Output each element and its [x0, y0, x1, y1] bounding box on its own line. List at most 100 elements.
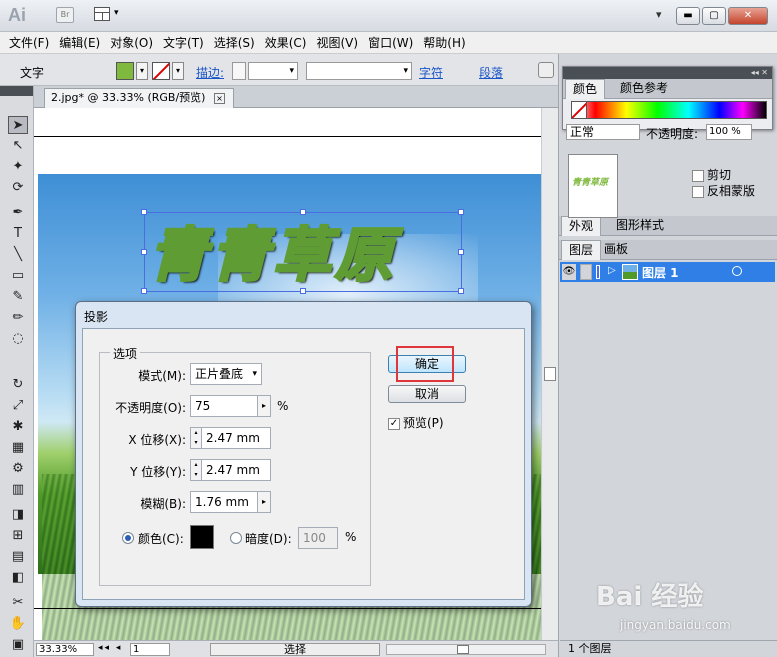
stroke-weight-stepper[interactable]: [232, 62, 246, 80]
line-tool-icon[interactable]: ╲: [8, 246, 28, 264]
arrange-documents-button[interactable]: ▾: [94, 7, 124, 23]
mesh-tool-icon[interactable]: ◨: [8, 506, 28, 524]
scroll-thumb[interactable]: [544, 367, 556, 381]
tab-appearance[interactable]: 外观: [561, 216, 602, 236]
menu-window[interactable]: 窗口(W): [363, 32, 418, 53]
rotate-tool-icon[interactable]: ↻: [8, 376, 28, 394]
maximize-button[interactable]: ▢: [702, 7, 726, 25]
minimize-button[interactable]: ▬: [676, 7, 700, 25]
tab-color-guide[interactable]: 颜色参考: [613, 79, 675, 99]
paintbrush-tool-icon[interactable]: ✎: [8, 288, 28, 306]
control-options-icon[interactable]: [538, 62, 554, 78]
workspace-switcher[interactable]: ▾: [656, 8, 662, 21]
scroll-thumb[interactable]: [457, 645, 469, 654]
resize-handle[interactable]: [300, 288, 306, 294]
free-transform-tool-icon[interactable]: ▦: [8, 439, 28, 457]
stroke-weight-select[interactable]: ▾: [248, 62, 298, 80]
none-color-icon[interactable]: [571, 101, 587, 119]
transparency-thumbnail[interactable]: 青青草原: [568, 154, 618, 218]
type-tool-icon[interactable]: T: [8, 225, 28, 243]
blend-mode-dropdown[interactable]: 正片叠底 ▾: [190, 363, 262, 385]
menu-file[interactable]: 文件(F): [4, 32, 54, 53]
bridge-button[interactable]: Br: [56, 7, 74, 23]
rectangle-tool-icon[interactable]: ▭: [8, 267, 28, 285]
shadow-color-swatch[interactable]: [190, 525, 214, 549]
pencil-tool-icon[interactable]: ✏: [8, 309, 28, 327]
resize-handle[interactable]: [300, 209, 306, 215]
invert-mask-option[interactable]: 反相蒙版: [692, 182, 755, 199]
font-family-select[interactable]: ▾: [306, 62, 412, 80]
color-spectrum[interactable]: [571, 101, 767, 119]
magic-wand-tool-icon[interactable]: ✦: [8, 158, 28, 176]
cancel-button[interactable]: 取消: [388, 385, 466, 403]
resize-handle[interactable]: [141, 209, 147, 215]
stroke-dropdown[interactable]: ▾: [172, 62, 184, 80]
resize-handle[interactable]: [458, 209, 464, 215]
stroke-link[interactable]: 描边:: [196, 64, 224, 81]
menu-view[interactable]: 视图(V): [311, 32, 363, 53]
y-offset-field[interactable]: 2.47 mm: [201, 459, 271, 481]
artboard-nav-icon[interactable]: ◂◂ ◂: [98, 643, 122, 653]
layer-name[interactable]: 图层 1: [642, 264, 679, 281]
lock-toggle[interactable]: [580, 264, 592, 280]
opacity-field[interactable]: 75: [190, 395, 258, 417]
preview-option[interactable]: ✓ 预览(P): [388, 414, 444, 431]
scale-tool-icon[interactable]: ⤢: [8, 397, 28, 415]
paragraph-link[interactable]: 段落: [479, 64, 503, 81]
blur-spinner-icon[interactable]: ▸: [257, 491, 271, 513]
preview-checkbox[interactable]: ✓: [388, 417, 400, 430]
resize-handle[interactable]: [458, 249, 464, 255]
darkness-radio[interactable]: [230, 532, 242, 544]
clip-checkbox[interactable]: [692, 169, 704, 182]
opacity-field[interactable]: 100 %: [706, 124, 752, 140]
selection-bounding-box[interactable]: [141, 209, 464, 294]
layer-row[interactable]: 👁 ▷ 图层 1: [560, 262, 775, 282]
graph-tool-icon[interactable]: ▥: [8, 481, 28, 499]
resize-handle[interactable]: [141, 288, 147, 294]
tab-graphic-styles[interactable]: 图形样式: [609, 216, 671, 236]
column-graph-tool-icon[interactable]: ✋: [8, 615, 28, 633]
blur-field[interactable]: 1.76 mm: [190, 491, 258, 513]
color-radio[interactable]: [122, 532, 134, 544]
opacity-spinner-icon[interactable]: ▸: [257, 395, 271, 417]
resize-handle[interactable]: [458, 288, 464, 294]
fill-color-swatch[interactable]: [116, 62, 134, 80]
gradient-tool-icon[interactable]: ⊞: [8, 527, 28, 545]
invert-mask-checkbox[interactable]: [692, 185, 704, 198]
eye-icon[interactable]: 👁: [562, 264, 576, 280]
tab-artboards[interactable]: 画板: [597, 240, 635, 260]
close-button[interactable]: ✕: [728, 7, 768, 25]
menu-edit[interactable]: 编辑(E): [54, 32, 105, 53]
close-icon[interactable]: ×: [213, 92, 225, 104]
eyedropper-tool-icon[interactable]: ▤: [8, 548, 28, 566]
tab-layers[interactable]: 图层: [561, 240, 602, 260]
lasso-tool-icon[interactable]: ⟳: [8, 179, 28, 197]
pen-tool-icon[interactable]: ✒: [8, 204, 28, 222]
blend-mode-select[interactable]: 正常: [566, 124, 640, 140]
stroke-color-swatch[interactable]: [152, 62, 170, 80]
warp-tool-icon[interactable]: ✱: [8, 418, 28, 436]
status-tool-display[interactable]: 选择: [210, 643, 380, 656]
tools-grip[interactable]: [0, 86, 33, 96]
eraser-tool-icon[interactable]: ◌: [8, 330, 28, 348]
tab-color[interactable]: 颜色: [565, 79, 606, 99]
menu-select[interactable]: 选择(S): [209, 32, 260, 53]
blend-tool-icon[interactable]: ◧: [8, 569, 28, 587]
menu-type[interactable]: 文字(T): [158, 32, 209, 53]
artboard-number-field[interactable]: 1: [130, 643, 170, 656]
symbol-sprayer-tool-icon[interactable]: ✂: [8, 594, 28, 612]
fill-dropdown[interactable]: ▾: [136, 62, 148, 80]
expand-arrow-icon[interactable]: ▷: [608, 265, 616, 276]
shape-builder-tool-icon[interactable]: ⚙: [8, 460, 28, 478]
selection-tool-icon[interactable]: ➤: [8, 116, 28, 134]
menu-help[interactable]: 帮助(H): [418, 32, 470, 53]
resize-handle[interactable]: [141, 249, 147, 255]
x-offset-field[interactable]: 2.47 mm: [201, 427, 271, 449]
horizontal-scrollbar[interactable]: [386, 644, 546, 655]
document-tab[interactable]: 2.jpg* @ 33.33% (RGB/预览) ×: [44, 88, 234, 108]
menu-object[interactable]: 对象(O): [105, 32, 158, 53]
panel-grip[interactable]: ◂◂ ✕: [563, 67, 772, 79]
zoom-level-field[interactable]: 33.33%: [36, 643, 94, 656]
target-icon[interactable]: [732, 266, 742, 276]
vertical-scrollbar[interactable]: [541, 108, 558, 640]
